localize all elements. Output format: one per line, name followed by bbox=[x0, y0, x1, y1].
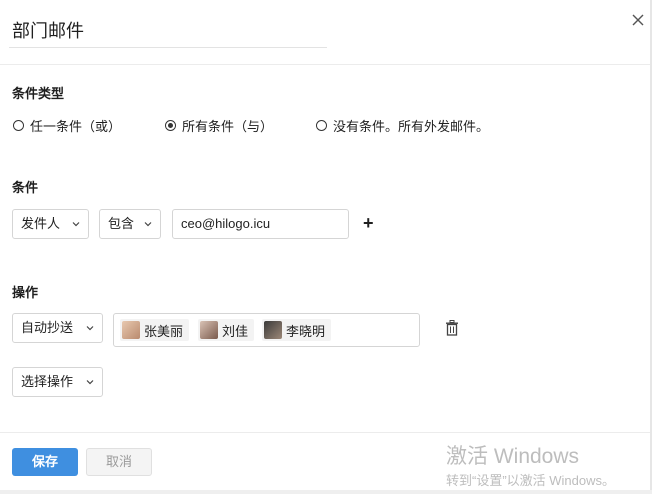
recipient-name: 李晓明 bbox=[286, 323, 326, 339]
radio-selected-icon bbox=[165, 119, 176, 131]
select-value: 自动抄送 bbox=[21, 320, 74, 335]
activation-watermark-title: 激活 Windows bbox=[446, 445, 580, 468]
radio-no-condition[interactable]: 没有条件。所有外发邮件。 bbox=[316, 117, 490, 134]
recipient-chip[interactable]: 李晓明 bbox=[262, 319, 332, 341]
conditions-heading: 条件 bbox=[12, 180, 39, 195]
recipient-chip[interactable]: 刘佳 bbox=[198, 319, 255, 341]
actions-heading: 操作 bbox=[12, 285, 39, 300]
save-button[interactable]: 保存 bbox=[12, 448, 78, 476]
chevron-down-icon bbox=[86, 326, 94, 331]
select-value: 发件人 bbox=[21, 216, 61, 231]
radio-label: 没有条件。所有外发邮件。 bbox=[333, 118, 490, 134]
condition-type-heading: 条件类型 bbox=[12, 86, 65, 101]
radio-label: 任一条件（或） bbox=[30, 118, 122, 134]
avatar bbox=[264, 321, 282, 339]
recipient-name: 张美丽 bbox=[144, 323, 184, 339]
chevron-down-icon bbox=[144, 222, 152, 227]
radio-label: 所有条件（与） bbox=[182, 118, 274, 134]
trash-icon[interactable] bbox=[445, 320, 459, 336]
close-icon[interactable] bbox=[630, 12, 646, 28]
action-select[interactable]: 自动抄送 bbox=[12, 313, 103, 343]
recipients-field[interactable]: 张美丽 刘佳 李晓明 bbox=[113, 313, 420, 347]
choose-action-select[interactable]: 选择操作 bbox=[12, 367, 103, 397]
select-value: 包含 bbox=[108, 216, 135, 231]
radio-all-conditions[interactable]: 所有条件（与） bbox=[165, 117, 274, 134]
cancel-button[interactable]: 取消 bbox=[86, 448, 152, 476]
radio-icon bbox=[316, 119, 327, 131]
condition-value-input[interactable]: ceo@hilogo.icu bbox=[172, 209, 349, 239]
condition-operator-select[interactable]: 包含 bbox=[99, 209, 161, 239]
window-edge bbox=[0, 490, 652, 494]
radio-icon bbox=[13, 119, 24, 131]
avatar bbox=[122, 321, 140, 339]
avatar bbox=[200, 321, 218, 339]
recipient-name: 刘佳 bbox=[222, 323, 249, 339]
condition-field-select[interactable]: 发件人 bbox=[12, 209, 89, 239]
divider bbox=[0, 64, 652, 65]
chevron-down-icon bbox=[86, 380, 94, 385]
chevron-down-icon bbox=[72, 222, 80, 227]
select-value: 选择操作 bbox=[21, 374, 74, 389]
recipient-chip[interactable]: 张美丽 bbox=[120, 319, 190, 341]
activation-watermark-text: 转到“设置”以激活 Windows。 bbox=[446, 473, 616, 488]
title-input[interactable]: 部门邮件 bbox=[9, 14, 327, 48]
radio-any-condition[interactable]: 任一条件（或） bbox=[13, 117, 122, 134]
footer-divider bbox=[0, 432, 652, 433]
add-condition-button[interactable]: + bbox=[363, 214, 374, 232]
